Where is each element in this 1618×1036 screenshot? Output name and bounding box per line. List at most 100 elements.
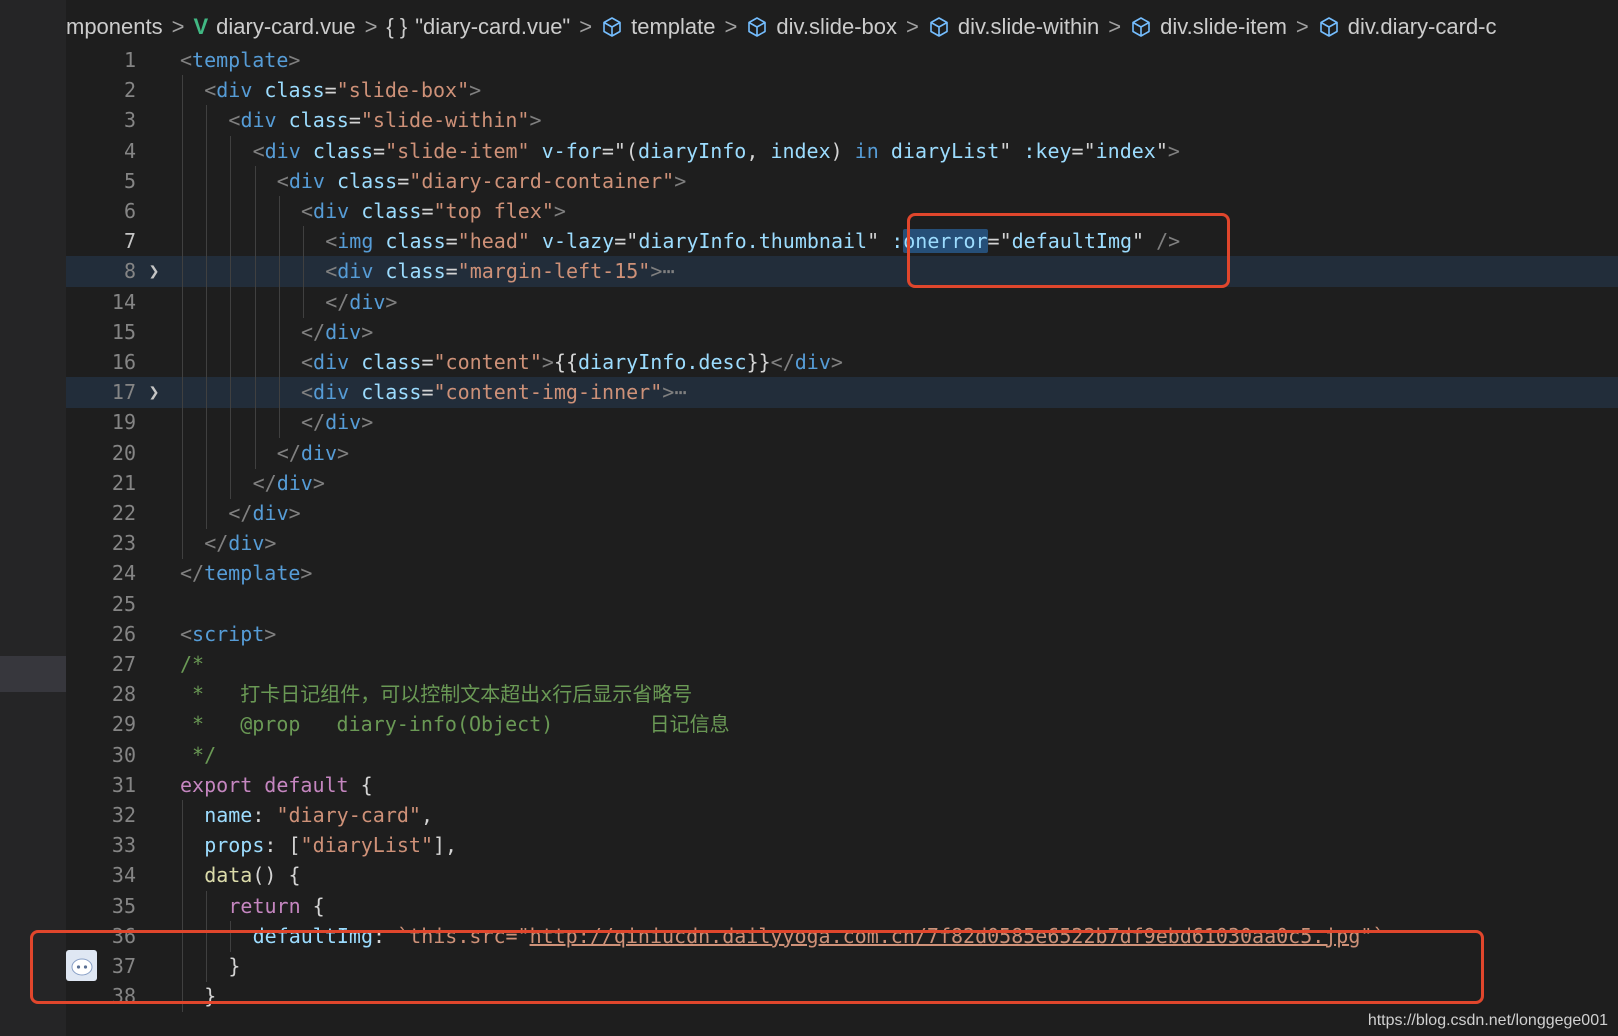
code-line[interactable]: 16 <div class="content">{{diaryInfo.desc}… — [66, 347, 1618, 378]
indent-guide — [230, 437, 232, 469]
code-line[interactable]: 30 */ — [66, 740, 1618, 771]
code-token: " — [999, 138, 1024, 163]
code-line[interactable]: 8 ❯ <div class="margin-left-15">⋯ — [66, 256, 1618, 288]
code-line[interactable]: 21 </div> — [66, 467, 1618, 499]
vue-icon: V — [193, 14, 209, 39]
code-line[interactable]: 34 data() { — [66, 860, 1618, 892]
code-text: <img class="head" v-lazy="diaryInfo.thum… — [325, 226, 1180, 257]
code-token: `this.src=" — [397, 923, 530, 948]
code-token: "diary-card-container" — [409, 168, 675, 193]
code-line[interactable]: 19 </div> — [66, 407, 1618, 439]
code-token: index — [1095, 138, 1156, 163]
code-line[interactable]: 15 </div> — [66, 316, 1618, 348]
fold-chevron-icon[interactable]: ❯ — [144, 377, 164, 408]
code-line[interactable]: 27 /* — [66, 649, 1618, 680]
code-token: > — [264, 531, 277, 556]
code-line[interactable]: 32 name: "diary-card", — [66, 800, 1618, 831]
indent-guide — [182, 256, 183, 288]
code-token: div — [288, 168, 325, 193]
code-line[interactable]: 35 return { — [66, 890, 1618, 922]
code-token: { — [348, 772, 373, 797]
code-line[interactable]: 28 * 打卡日记组件，可以控制文本超出x行后显示省略号 — [66, 679, 1618, 710]
code-line[interactable]: 38} — [66, 981, 1618, 1013]
breadcrumb-item[interactable]: div.slide-within — [928, 14, 1099, 40]
code-line[interactable]: 37} — [66, 951, 1618, 982]
indent-guide — [303, 286, 304, 318]
code-line[interactable]: 26 <script> — [66, 619, 1618, 650]
code-token: () { — [252, 863, 301, 888]
cube-icon — [601, 16, 631, 38]
code-line[interactable]: 24 </template> — [66, 558, 1618, 589]
code-text: } — [228, 951, 240, 982]
indent-guide — [303, 226, 304, 258]
line-number: 3 — [123, 108, 136, 133]
code-line[interactable]: 4 <div class="slide-item" v-for="(diaryIn… — [66, 135, 1618, 167]
code-token: class — [312, 138, 374, 163]
indent-guide — [206, 226, 208, 258]
code-line[interactable]: 2 <div class="slide-box"> — [66, 75, 1618, 107]
code-token: div — [264, 138, 301, 163]
code-token: > — [264, 621, 277, 646]
code-line[interactable]: 31 export default { — [66, 770, 1618, 801]
indent-guide — [206, 377, 208, 409]
breadcrumb-item[interactable]: div.slide-box — [746, 14, 897, 40]
indent-guide — [254, 437, 256, 469]
code-line[interactable]: 20 </div> — [66, 437, 1618, 469]
line-number: 29 — [111, 712, 136, 737]
indent-guide — [182, 75, 183, 107]
code-token: < — [204, 78, 217, 103]
code-line[interactable]: 3 <div class="slide-within"> — [66, 105, 1618, 137]
code-token: div — [325, 410, 362, 435]
code-token: script — [192, 621, 265, 646]
code-line[interactable]: 33 props: ["diaryList"], — [66, 830, 1618, 862]
code-token: ="( — [601, 138, 638, 163]
code-token: defaultImg — [252, 923, 374, 948]
code-line[interactable]: 29 * @prop diary-info(Object) 日记信息 — [66, 709, 1618, 740]
line-number: 19 — [111, 410, 136, 435]
code-token: div — [313, 350, 350, 374]
code-line[interactable]: 25 — [66, 589, 1618, 620]
breadcrumb-item[interactable]: mponents — [66, 14, 163, 40]
code-line[interactable]: 17 ❯ <div class="content-img-inner">⋯ — [66, 377, 1618, 409]
breadcrumb-item[interactable]: Vdiary-card.vue — [193, 14, 355, 40]
breadcrumb-item[interactable]: div.slide-item — [1130, 14, 1287, 40]
line-number: 4 — [123, 138, 136, 163]
indent-guide — [206, 165, 208, 197]
fold-chevron-icon[interactable]: ❯ — [144, 256, 164, 287]
code-line[interactable]: 6 <div class="top flex"> — [66, 196, 1618, 227]
code-line[interactable]: 36 defaultImg: `this.src="http://qiniucdn… — [66, 920, 1618, 952]
code-token: diaryInfo.thumbnail — [638, 229, 868, 254]
indent-guide — [254, 256, 256, 288]
code-token: = — [373, 138, 386, 163]
code-token: = — [397, 168, 410, 193]
code-text: </div> — [301, 317, 373, 348]
code-token: ⋯ — [662, 259, 675, 284]
breadcrumb-item[interactable]: { } "diary-card.vue" — [386, 14, 570, 40]
indent-guide — [182, 860, 183, 892]
code-token: < — [276, 168, 289, 193]
indent-guide — [182, 347, 183, 378]
code-line[interactable]: 1 <template> — [66, 45, 1618, 76]
code-token: template — [204, 561, 301, 586]
code-text: * @prop diary-info(Object) 日记信息 — [180, 709, 730, 740]
code-token: name — [204, 803, 253, 827]
indent-guide — [182, 528, 183, 560]
code-line[interactable]: 14 </div> — [66, 286, 1618, 318]
code-token: diaryInfo.desc — [578, 350, 747, 374]
code-token: > — [1167, 138, 1180, 163]
code-line[interactable]: 23 </div> — [66, 528, 1618, 560]
code-text: export default { — [180, 770, 373, 801]
breadcrumb-item[interactable]: div.diary-card-c — [1318, 14, 1497, 40]
code-line[interactable]: 7 <img class="head" v-lazy="diaryInfo.thu… — [66, 226, 1618, 258]
breadcrumb-item[interactable]: template — [601, 14, 716, 40]
code-token: /> — [1156, 229, 1181, 254]
line-number: 27 — [111, 652, 136, 676]
code-editor[interactable]: 1 <template> 2 <div class="slide-box"> 3 <div… — [66, 45, 1618, 1036]
code-token: v-lazy — [541, 229, 615, 254]
code-line[interactable]: 22 </div> — [66, 498, 1618, 529]
indent-guide — [254, 196, 256, 227]
code-line[interactable]: 5 <div class="diary-card-container"> — [66, 165, 1618, 197]
